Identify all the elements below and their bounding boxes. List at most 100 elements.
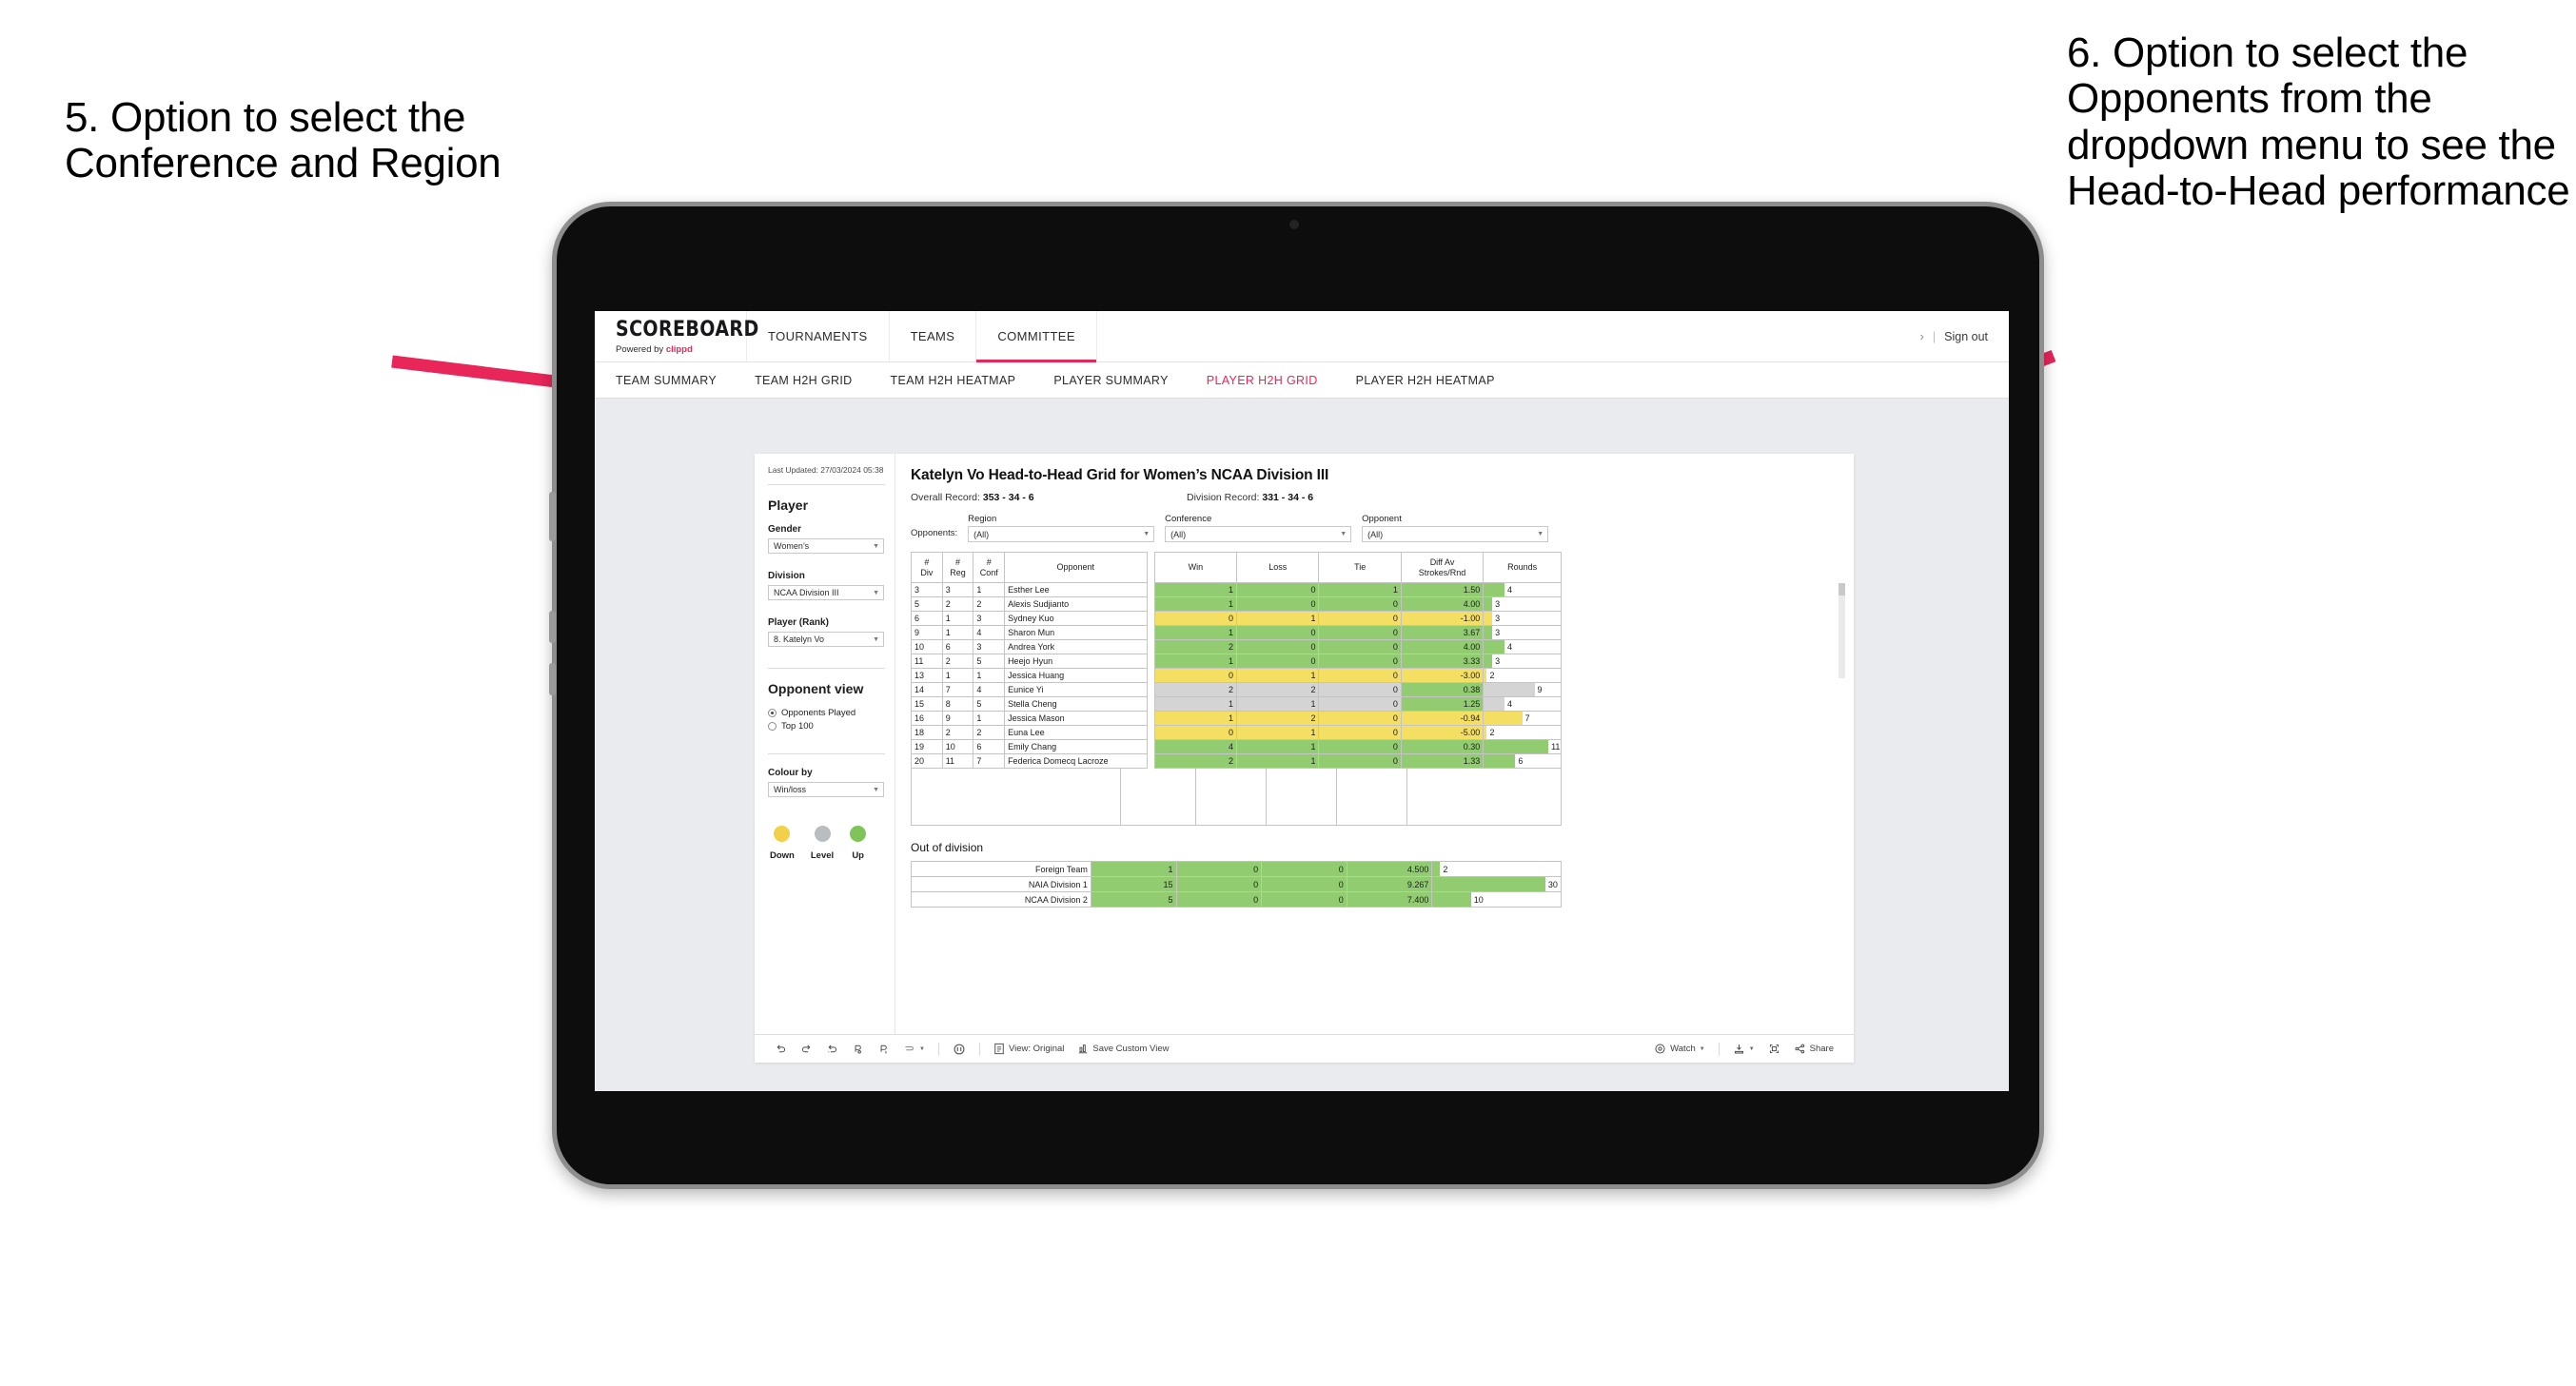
account-separator: | [1932, 329, 1937, 343]
table-row[interactable]: 13 1 1 Jessica Huang 0 1 0 -3.00 2 [911, 668, 1562, 683]
h2h-grid-header: # Div # Reg # Conf Opponent Win Loss Tie D [911, 552, 1562, 583]
records-row: Overall Record: 353 - 34 - 6 Division Re… [911, 492, 1837, 503]
cell-div: 3 [911, 582, 943, 597]
refresh-button[interactable] [845, 1043, 871, 1055]
cell-tie: 0 [1318, 654, 1402, 669]
table-row[interactable]: 16 9 1 Jessica Mason 1 2 0 -0.94 7 [911, 711, 1562, 726]
power-button[interactable] [549, 492, 556, 541]
conference-filter-select[interactable]: (All) ▼ [1165, 526, 1352, 542]
redo-button[interactable] [794, 1043, 819, 1055]
subnav-player-h2h-grid[interactable]: PLAYER H2H GRID [1207, 374, 1318, 387]
subnav-player-summary[interactable]: PLAYER SUMMARY [1053, 374, 1168, 387]
legend-dot-level [814, 826, 831, 843]
save-custom-view-button[interactable]: Save Custom View [1071, 1043, 1175, 1055]
volume-up-button[interactable] [549, 611, 556, 643]
opponent-filter-select[interactable]: (All) ▼ [1362, 526, 1549, 542]
opponent-filter-label: Opponent [1362, 514, 1402, 524]
sign-out-link[interactable]: Sign out [1944, 330, 1988, 343]
account-chevron-icon[interactable]: › [1920, 329, 1924, 343]
revert-button[interactable] [819, 1043, 845, 1055]
table-row[interactable]: 3 3 1 Esther Lee 1 0 1 1.50 4 [911, 582, 1562, 597]
grid-empty-left [912, 769, 1121, 825]
cell-rounds: 6 [1483, 753, 1562, 769]
cell-spacer [1147, 611, 1155, 626]
watch-button[interactable]: Watch ▼ [1647, 1043, 1712, 1055]
table-row[interactable]: 14 7 4 Eunice Yi 2 2 0 0.38 9 [911, 682, 1562, 697]
scoreboard-logo[interactable]: SCOREBOARD Powered by clippd [595, 311, 758, 361]
pause-updates-button[interactable] [871, 1043, 896, 1055]
cell-spacer [1147, 711, 1155, 726]
cell-reg: 2 [941, 725, 974, 740]
cell-group-name: NAIA Division 1 [911, 876, 1091, 892]
cell-opponent: Andrea York [1004, 639, 1148, 654]
rounds-value: 3 [1495, 599, 1501, 609]
chevron-down-icon: ▼ [1340, 531, 1347, 537]
cell-loss: 1 [1236, 753, 1320, 769]
division-record: Division Record: 331 - 34 - 6 [1187, 492, 1463, 503]
undo-button[interactable] [768, 1043, 794, 1055]
cell-opponent: Federica Domecq Lacroze [1004, 753, 1148, 769]
division-select[interactable]: NCAA Division III ▼ [768, 585, 884, 601]
table-row[interactable]: Foreign Team 1 0 0 4.500 2 [911, 861, 1562, 877]
table-row[interactable]: 10 6 3 Andrea York 2 0 0 4.00 4 [911, 639, 1562, 654]
chevron-down-icon: ▼ [873, 589, 879, 596]
view-original-button[interactable]: View: Original [987, 1043, 1071, 1055]
cell-reg: 11 [941, 753, 974, 769]
nav-item-tournaments[interactable]: TOURNAMENTS [747, 311, 890, 361]
cell-win: 2 [1153, 682, 1238, 697]
view-toggle-button[interactable]: ▼ [896, 1044, 932, 1054]
player-rank-select[interactable]: 8. Katelyn Vo ▼ [768, 632, 884, 648]
subnav-team-summary[interactable]: TEAM SUMMARY [616, 374, 717, 387]
grid-scrollbar-thumb[interactable] [1839, 583, 1845, 595]
chevron-down-icon: ▼ [873, 542, 879, 550]
volume-down-button[interactable] [549, 663, 556, 695]
screenshot-canvas: 5. Option to select the Conference and R… [0, 0, 2576, 1386]
table-row[interactable]: 19 10 6 Emily Chang 4 1 0 0.30 11 [911, 739, 1562, 754]
rounds-bar [1484, 697, 1505, 711]
region-filter-select[interactable]: (All) ▼ [968, 526, 1155, 542]
legend-item-down: Down [770, 826, 795, 861]
cell-spacer [1147, 654, 1155, 669]
cell-tie: 0 [1318, 739, 1402, 754]
table-row[interactable]: 15 8 5 Stella Cheng 1 1 0 1.25 4 [911, 696, 1562, 712]
table-row[interactable]: 5 2 2 Alexis Sudjianto 1 0 0 4.00 3 [911, 596, 1562, 612]
table-row[interactable]: 20 11 7 Federica Domecq Lacroze 2 1 0 1.33 6 [911, 753, 1562, 769]
region-filter-label: Region [968, 514, 997, 524]
grid-scrollbar[interactable] [1839, 583, 1845, 678]
gender-select[interactable]: Women’s ▼ [768, 538, 884, 555]
subnav-player-h2h-heatmap[interactable]: PLAYER H2H HEATMAP [1356, 374, 1495, 387]
nav-item-teams[interactable]: TEAMS [890, 311, 977, 361]
pause-button[interactable] [946, 1043, 973, 1056]
table-row[interactable]: 18 2 2 Euna Lee 0 1 0 -5.00 2 [911, 725, 1562, 740]
table-row[interactable]: NCAA Division 2 5 0 0 7.400 10 [911, 891, 1562, 908]
table-row[interactable]: 9 1 4 Sharon Mun 1 0 0 3.67 3 [911, 625, 1562, 640]
table-row[interactable]: 6 1 3 Sydney Kuo 0 1 0 -1.00 3 [911, 611, 1562, 626]
cell-loss: 0 [1175, 876, 1263, 892]
chevron-down-icon: ▼ [1537, 531, 1544, 537]
cell-rounds: 4 [1483, 696, 1562, 712]
subnav-team-h2h-grid[interactable]: TEAM H2H GRID [755, 374, 852, 387]
overall-record-value: 353 - 34 - 6 [982, 492, 1034, 503]
cell-win: 1 [1153, 696, 1238, 712]
table-row[interactable]: NAIA Division 1 15 0 0 9.267 30 [911, 876, 1562, 892]
col-header-opponent: Opponent [1004, 552, 1148, 583]
share-button[interactable]: Share [1787, 1043, 1840, 1055]
colour-by-select[interactable]: Win/loss ▼ [768, 782, 884, 798]
download-button[interactable]: ▼ [1726, 1043, 1761, 1055]
legend-label-level: Level [810, 850, 835, 862]
table-row[interactable]: 11 2 5 Heejo Hyun 1 0 0 3.33 3 [911, 654, 1562, 669]
toolbar-divider-2 [978, 1042, 980, 1056]
subnav-team-h2h-heatmap[interactable]: TEAM H2H HEATMAP [891, 374, 1016, 387]
opponent-view-label: Opponent view [768, 681, 864, 697]
cell-win: 1 [1153, 582, 1238, 597]
fullscreen-button[interactable] [1761, 1043, 1787, 1055]
nav-item-committee[interactable]: COMMITTEE [976, 311, 1097, 362]
cell-tie: 0 [1261, 876, 1347, 892]
cell-opponent: Stella Cheng [1004, 696, 1148, 712]
browser-viewport: SCOREBOARD Powered by clippd TOURNAMENTS… [595, 311, 2009, 1091]
cell-diff: 1.33 [1400, 753, 1485, 769]
radio-opponents-played[interactable]: Opponents Played [768, 708, 895, 718]
radio-top-100[interactable]: Top 100 [768, 721, 895, 732]
cell-conf: 3 [973, 611, 1006, 626]
cell-diff: 4.500 [1346, 861, 1433, 877]
